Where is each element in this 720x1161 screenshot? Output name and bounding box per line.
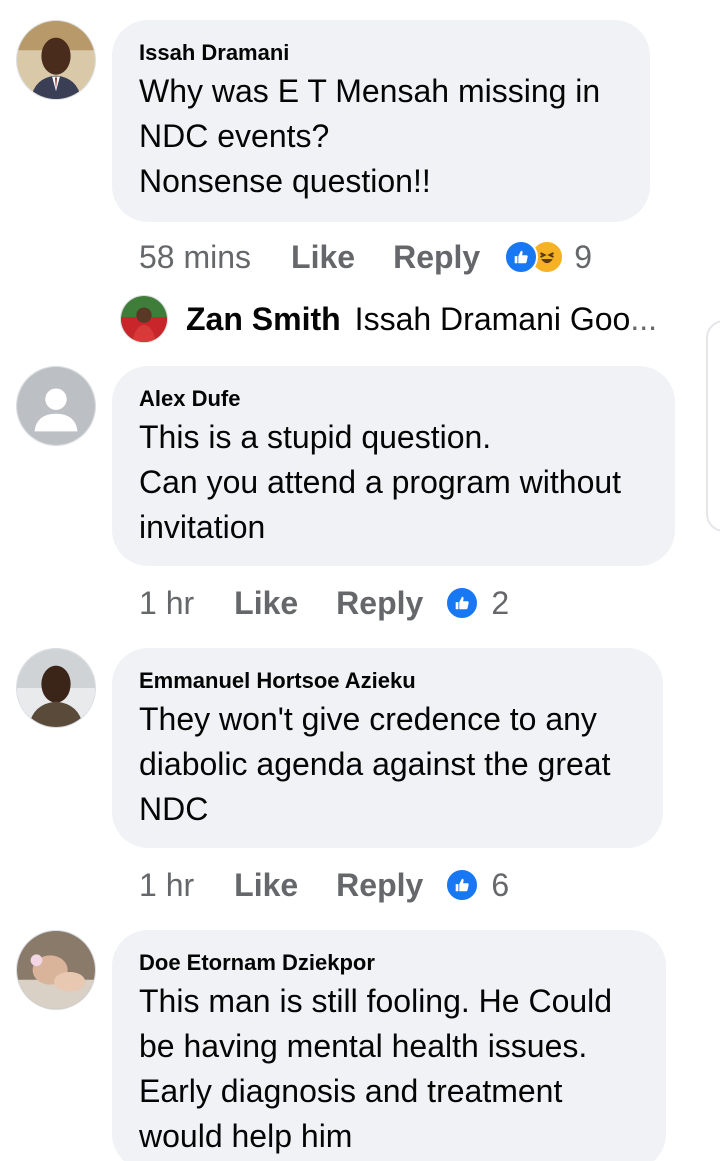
like-button[interactable]: Like bbox=[234, 585, 298, 622]
reaction-count[interactable]: 2 bbox=[491, 585, 509, 622]
comment-timestamp[interactable]: 1 hr bbox=[139, 867, 194, 904]
like-button[interactable]: Like bbox=[234, 867, 298, 904]
comment-timestamp[interactable]: 1 hr bbox=[139, 585, 194, 622]
reaction-count[interactable]: 9 bbox=[574, 239, 592, 276]
reaction-summary[interactable] bbox=[504, 240, 565, 274]
avatar-emmanuel-hortsoe-azieku[interactable] bbox=[16, 648, 96, 728]
comment-text: They won't give credence to any diabolic… bbox=[139, 697, 635, 832]
comment-author[interactable]: Doe Etornam Dziekpor bbox=[139, 950, 638, 976]
comment-line: Nonsense question!! bbox=[139, 163, 431, 199]
avatar-alex-dufe[interactable] bbox=[16, 366, 96, 446]
like-icon bbox=[445, 868, 480, 902]
side-panel-edge bbox=[706, 320, 720, 532]
comment-author[interactable]: Emmanuel Hortsoe Azieku bbox=[139, 668, 635, 694]
comment-line: Early diagnosis and treatment bbox=[139, 1073, 563, 1109]
comment-bubble: Emmanuel Hortsoe Azieku They won't give … bbox=[112, 648, 663, 848]
reaction-summary[interactable] bbox=[445, 586, 480, 620]
comment-line: NDC events? bbox=[139, 118, 330, 154]
comment-line: This man is still fooling. He Could bbox=[139, 983, 613, 1019]
comment-line: diabolic agenda against the great bbox=[139, 746, 611, 782]
comment-timestamp[interactable]: 58 mins bbox=[139, 239, 251, 276]
avatar-zan-smith[interactable] bbox=[120, 295, 168, 343]
comment-text: This man is still fooling. He Could be h… bbox=[139, 979, 638, 1159]
reply-button[interactable]: Reply bbox=[393, 239, 480, 276]
comment-actions: 1 hr Like Reply 6 bbox=[139, 865, 509, 905]
comment-line: Can you attend a program without bbox=[139, 464, 622, 500]
reaction-summary[interactable] bbox=[445, 868, 480, 902]
reply-button[interactable]: Reply bbox=[336, 867, 423, 904]
comment-line: This is a stupid question. bbox=[139, 419, 492, 455]
like-icon bbox=[445, 586, 480, 620]
comment-text: Why was E T Mensah missing in NDC events… bbox=[139, 69, 622, 204]
like-button[interactable]: Like bbox=[291, 239, 355, 276]
profile-photo-icon bbox=[17, 21, 95, 99]
comment-author[interactable]: Alex Dufe bbox=[139, 386, 647, 412]
comment-line: NDC bbox=[139, 791, 209, 827]
like-icon bbox=[504, 240, 539, 274]
profile-photo-icon bbox=[17, 931, 95, 1009]
comment-line: invitation bbox=[139, 509, 266, 545]
comment-line: would help him bbox=[139, 1118, 353, 1154]
reply-snippet: Issah Dramani Goo bbox=[354, 300, 631, 337]
profile-photo-icon bbox=[17, 649, 95, 727]
comment-line: Why was E T Mensah missing in bbox=[139, 73, 601, 109]
comment-actions: 1 hr Like Reply 2 bbox=[139, 583, 509, 623]
comment-bubble: Doe Etornam Dziekpor This man is still f… bbox=[112, 930, 666, 1161]
comment-bubble: Issah Dramani Why was E T Mensah missing… bbox=[112, 20, 650, 222]
profile-photo-icon bbox=[121, 296, 167, 342]
comment-line: be having mental health issues. bbox=[139, 1028, 588, 1064]
comment-line: They won't give credence to any bbox=[139, 701, 597, 737]
reply-preview[interactable]: Zan Smith Issah Dramani Goo... bbox=[120, 294, 657, 344]
reply-author[interactable]: Zan Smith bbox=[186, 301, 341, 338]
avatar-doe-etornam-dziekpor[interactable] bbox=[16, 930, 96, 1010]
default-avatar-icon bbox=[17, 367, 95, 445]
reply-button[interactable]: Reply bbox=[336, 585, 423, 622]
comment-bubble: Alex Dufe This is a stupid question. Can… bbox=[112, 366, 675, 566]
comment-author[interactable]: Issah Dramani bbox=[139, 40, 622, 66]
avatar-issah-dramani[interactable] bbox=[16, 20, 96, 100]
reaction-count[interactable]: 6 bbox=[491, 867, 509, 904]
comment-text: This is a stupid question. Can you atten… bbox=[139, 415, 647, 550]
reply-ellipsis: ... bbox=[630, 300, 658, 337]
comment-actions: 58 mins Like Reply 9 bbox=[139, 237, 592, 277]
